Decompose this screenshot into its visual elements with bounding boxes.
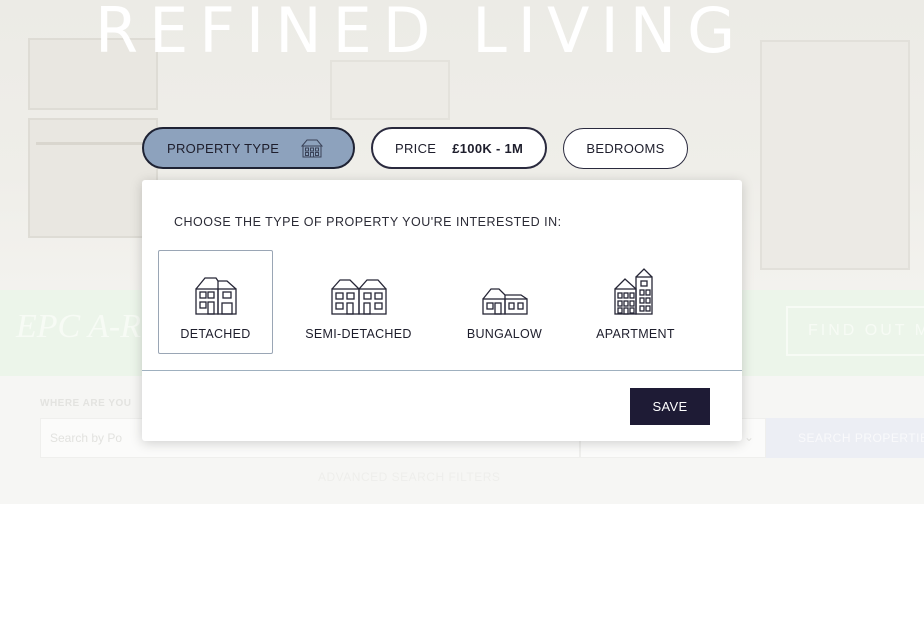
location-search-placeholder: Search by Po (50, 431, 123, 445)
property-type-label: PROPERTY TYPE (167, 140, 280, 156)
option-semi-detached-label: SEMI-DETACHED (305, 327, 412, 341)
option-bungalow[interactable]: BUNGALOW (447, 250, 562, 354)
price-pill[interactable]: PRICE £100K - 1M (371, 127, 547, 169)
hero-title: REFINED LIVING (95, 0, 747, 67)
kitchen-cabinet (28, 118, 158, 238)
option-semi-detached[interactable]: SEMI-DETACHED (301, 250, 416, 354)
chevron-down-icon: ⌄ (744, 430, 755, 444)
find-out-more-button[interactable]: FIND OUT M (786, 306, 924, 356)
option-detached[interactable]: DETACHED (158, 250, 273, 354)
kitchen-cabinet (760, 40, 910, 270)
property-type-pill[interactable]: PROPERTY TYPE (142, 127, 355, 169)
semi-detached-house-icon (330, 279, 387, 315)
kitchen-shelf (36, 142, 146, 145)
search-properties-button[interactable]: SEARCH PROPERTIE (766, 418, 924, 458)
option-apartment[interactable]: APARTMENT (578, 250, 693, 354)
panel-heading: CHOOSE THE TYPE OF PROPERTY YOU'RE INTER… (174, 215, 562, 229)
detached-house-icon (194, 277, 237, 315)
bedrooms-label: BEDROOMS (586, 141, 665, 156)
option-detached-label: DETACHED (180, 327, 251, 341)
price-label: PRICE (395, 140, 437, 156)
option-bungalow-label: BUNGALOW (466, 327, 543, 341)
option-apartment-label: APARTMENT (596, 327, 675, 341)
where-label: WHERE ARE YOU (40, 398, 132, 409)
advanced-filters-link[interactable]: ADVANCED SEARCH FILTERS (318, 470, 500, 484)
save-button[interactable]: SAVE (630, 388, 710, 425)
bungalow-icon (481, 288, 528, 315)
price-value: £100K - 1M (452, 140, 524, 156)
apartment-building-icon (613, 268, 653, 315)
epc-banner-text: EPC A-Ra (16, 308, 158, 345)
house-icon (300, 139, 324, 158)
bedrooms-pill[interactable]: BEDROOMS (563, 128, 688, 169)
panel-divider (142, 370, 742, 371)
property-type-dropdown: CHOOSE THE TYPE OF PROPERTY YOU'RE INTER… (142, 180, 742, 441)
kitchen-window (330, 60, 450, 120)
